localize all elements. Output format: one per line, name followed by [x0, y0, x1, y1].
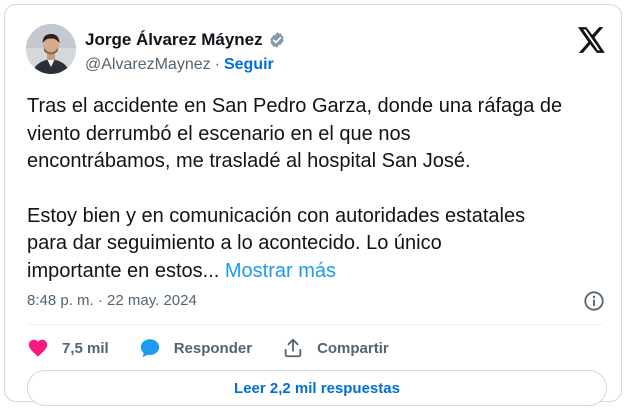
verified-badge-icon: [270, 32, 284, 48]
like-button[interactable]: 7,5 mil: [27, 337, 109, 359]
heart-icon: [28, 339, 48, 357]
avatar-photo: [26, 24, 76, 74]
author-name[interactable]: Jorge Álvarez Máynez: [85, 30, 263, 50]
tweet-line: viento derrumbó el escenario en el que n…: [27, 122, 411, 145]
separator-dot: ·: [214, 56, 220, 73]
info-icon[interactable]: [583, 290, 605, 312]
author-handle[interactable]: @AlvarezMaynez: [85, 56, 211, 74]
follow-button[interactable]: Seguir: [224, 56, 274, 74]
tweet-line-last: importante en estos... Mostrar más: [27, 258, 617, 286]
tweet-line-truncated: importante en estos...: [27, 259, 220, 282]
x-logo-icon[interactable]: [578, 27, 606, 53]
tweet-card: Jorge Álvarez Máynez @AlvarezMaynez · Se…: [4, 4, 622, 406]
tweet-line: Estoy bien y en comunicación con autorid…: [27, 204, 526, 227]
read-replies-button[interactable]: Leer 2,2 mil respuestas: [27, 370, 607, 406]
timestamp[interactable]: 8:48 p. m. · 22 may. 2024: [27, 292, 197, 309]
author-handle-row: @AlvarezMaynez · Seguir: [85, 55, 274, 75]
divider: [27, 324, 603, 325]
tweet-line: encontrábamos, me trasladé al hospital S…: [27, 150, 471, 172]
reply-button[interactable]: Responder: [139, 337, 252, 359]
like-count: 7,5 mil: [62, 339, 109, 357]
author-name-row: Jorge Álvarez Máynez: [85, 29, 286, 51]
share-upload-icon: [284, 338, 302, 358]
speech-bubble-icon: [140, 339, 159, 358]
show-more-link[interactable]: Mostrar más: [225, 260, 336, 282]
avatar[interactable]: [26, 24, 76, 74]
share-button[interactable]: Compartir: [282, 337, 389, 359]
reply-label: Responder: [173, 339, 253, 357]
tweet-line: Tras el accidente en San Pedro Garza, do…: [27, 95, 563, 117]
tweet-text: Tras el accidente en San Pedro Garza, do…: [27, 93, 617, 285]
action-bar: 7,5 mil Responder Compartir: [27, 335, 419, 361]
share-label: Compartir: [317, 339, 389, 357]
tweet-line: para dar seguimiento a lo acontecido. Lo…: [27, 232, 442, 254]
